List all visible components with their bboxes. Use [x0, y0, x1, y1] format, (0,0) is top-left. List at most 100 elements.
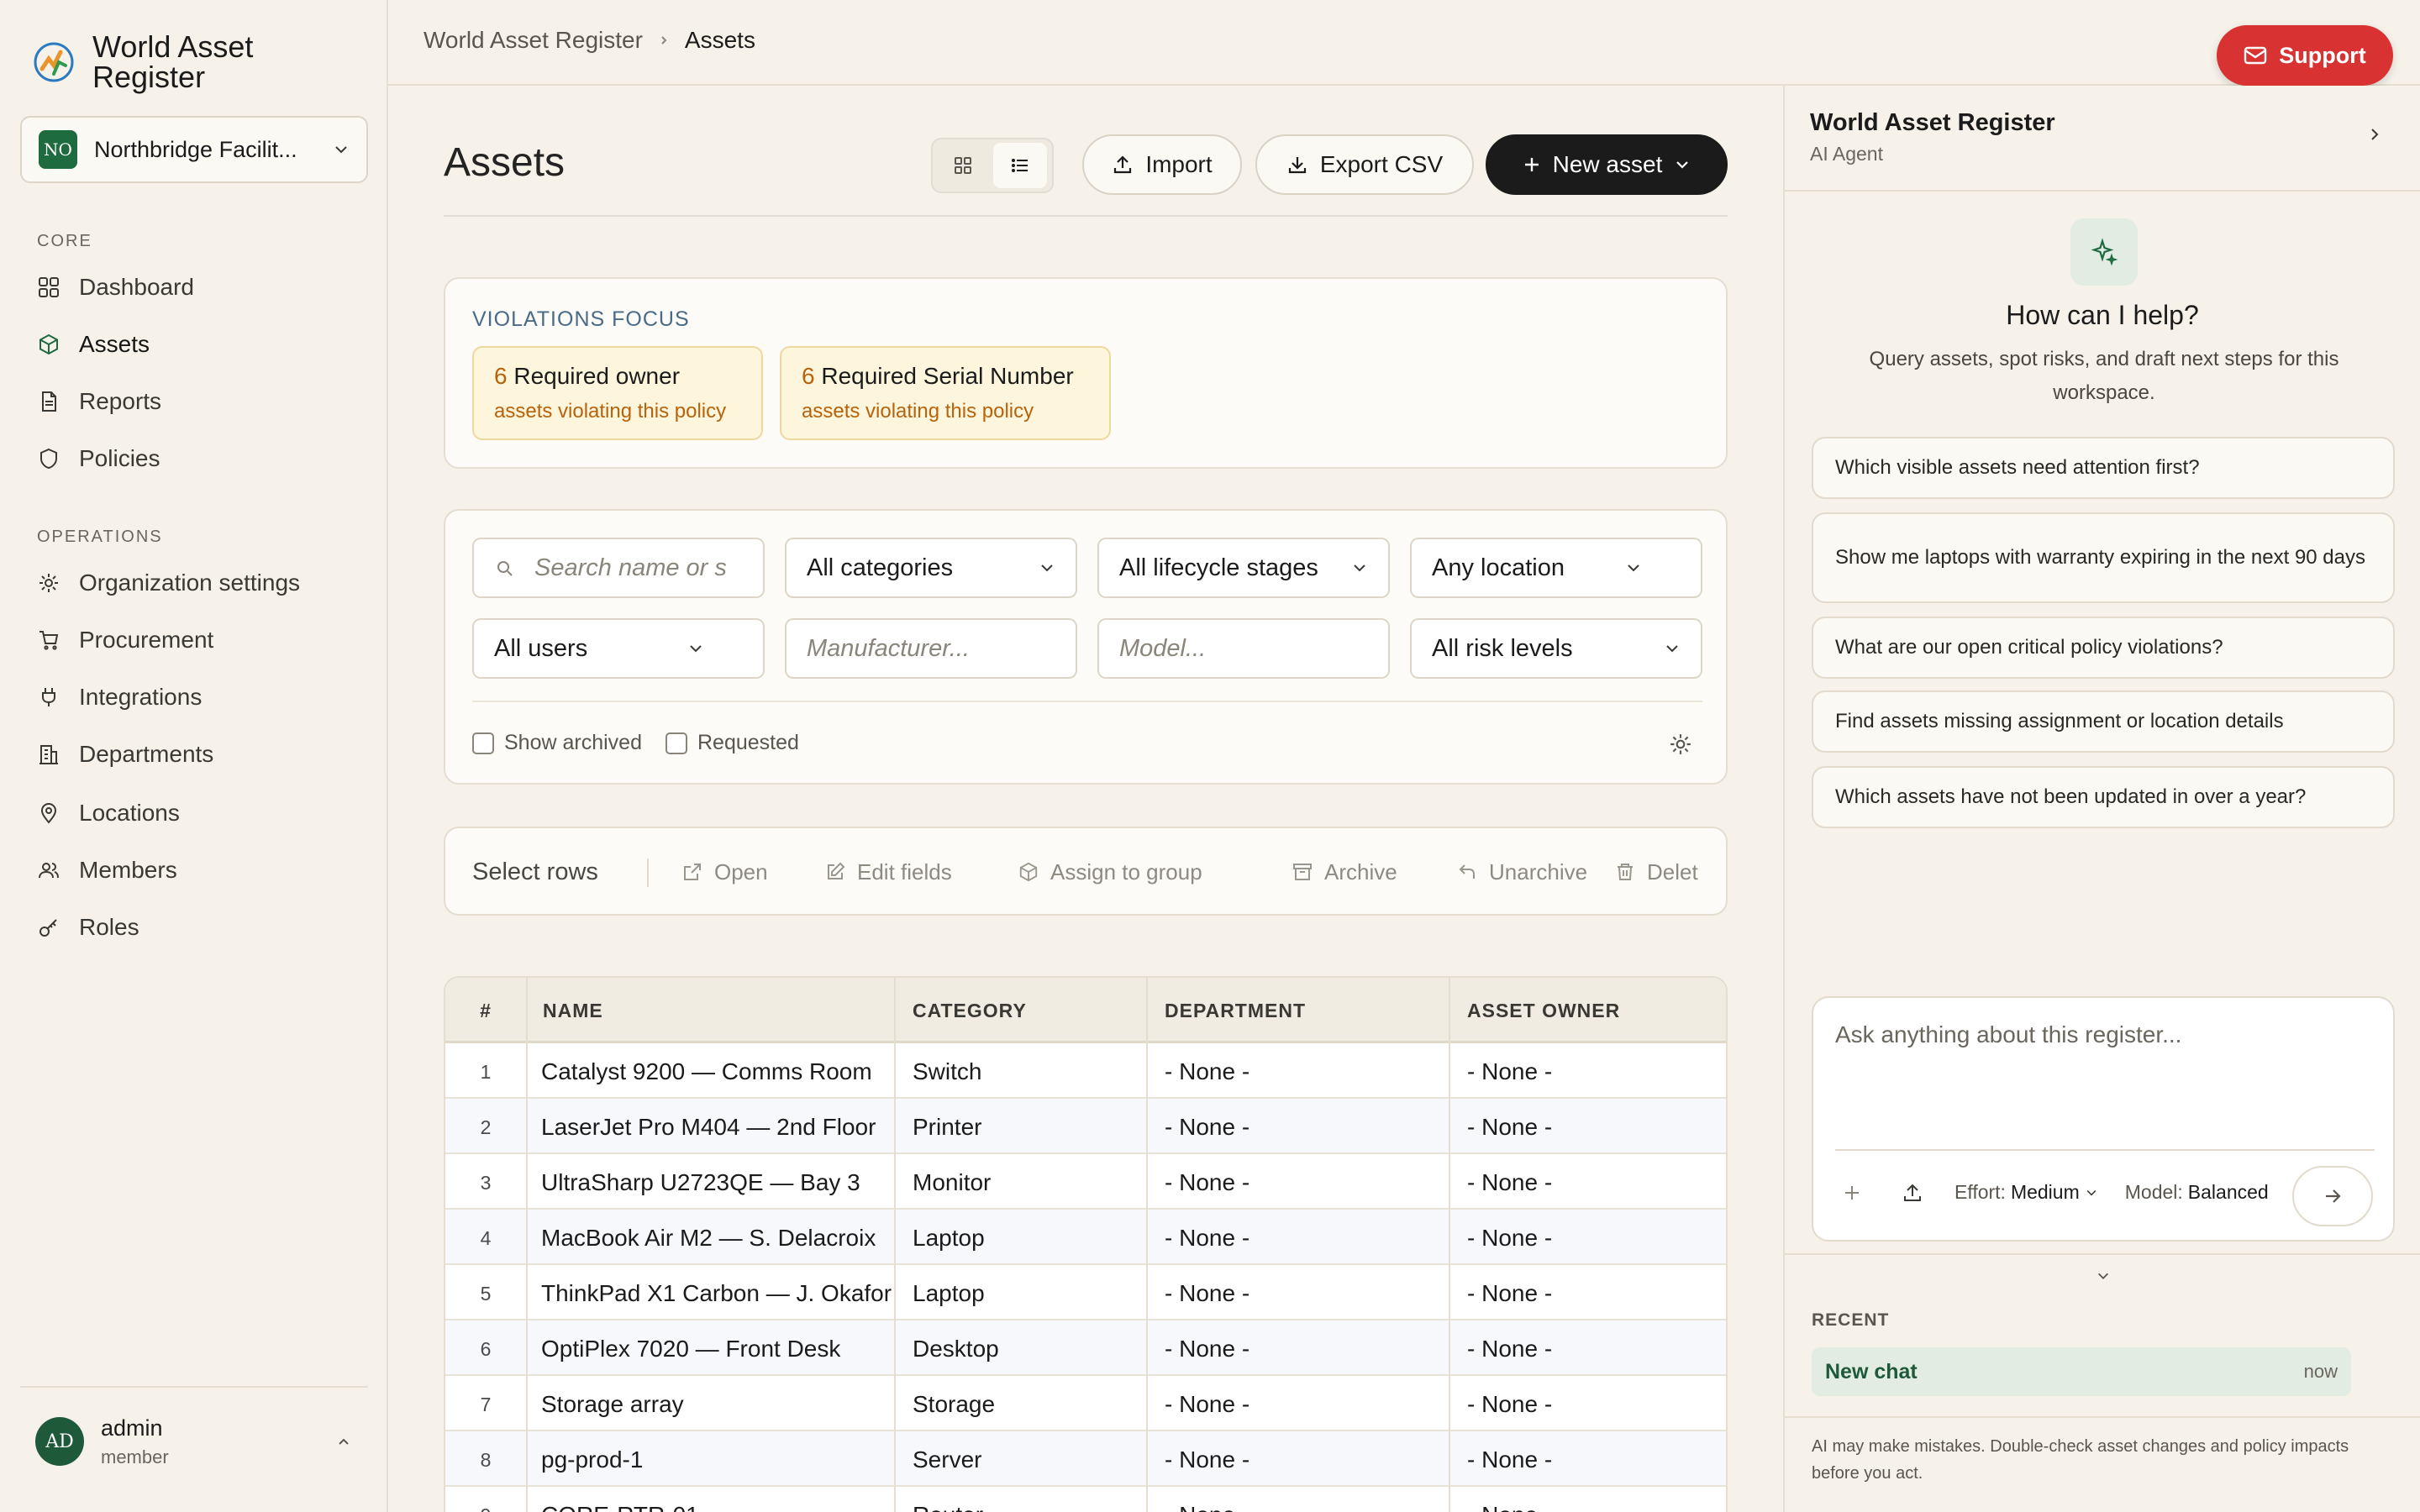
manufacturer-input[interactable]: Manufacturer...: [785, 618, 1077, 679]
new-asset-button[interactable]: New asset: [1486, 134, 1728, 195]
sidebar-item-integrations[interactable]: Integrations: [37, 684, 202, 711]
edit-fields-button[interactable]: Edit fields: [825, 828, 952, 914]
brand[interactable]: World Asset Register: [32, 32, 277, 92]
table-row[interactable]: 6 OptiPlex 7020 — Front Desk Desktop - N…: [445, 1320, 1726, 1376]
upload-icon[interactable]: [1896, 1182, 1929, 1204]
suggestion-item[interactable]: Find assets missing assignment or locati…: [1812, 690, 2395, 753]
support-button[interactable]: Support: [2217, 25, 2393, 86]
table-row[interactable]: 2 LaserJet Pro M404 — 2nd Floor Printer …: [445, 1099, 1726, 1154]
violation-chip-owner[interactable]: 6 Required owner assets violating this p…: [472, 346, 763, 440]
sidebar-item-assets[interactable]: Assets: [37, 331, 150, 358]
sidebar-item-departments[interactable]: Departments: [37, 741, 213, 768]
page-title: Assets: [444, 140, 566, 185]
bulk-actions-bar: Select rows Open Edit fields Assign to g…: [444, 827, 1728, 916]
sidebar-item-reports[interactable]: Reports: [37, 388, 161, 415]
column-settings-icon[interactable]: [1669, 732, 1692, 756]
archive-label: Archive: [1324, 858, 1397, 885]
plug-icon: [37, 685, 60, 709]
composer-toolbar: Effort: Medium Model: Balanced: [1835, 1181, 2269, 1204]
sidebar-item-procurement[interactable]: Procurement: [37, 627, 213, 654]
recent-chat-item[interactable]: New chat now: [1812, 1347, 2351, 1396]
plus-icon[interactable]: [1835, 1184, 1869, 1202]
search-input[interactable]: Search name or s: [472, 538, 765, 598]
row-index: 4: [480, 1227, 492, 1249]
violations-title: VIOLATIONS FOCUS: [472, 307, 690, 331]
risk-select[interactable]: All risk levels: [1410, 618, 1702, 679]
column-divider: [1449, 978, 1450, 1512]
recent-heading: RECENT: [1812, 1310, 1890, 1330]
sidebar-item-locations[interactable]: Locations: [37, 800, 180, 827]
table-row[interactable]: 9 CORE-RTR-01 Router - None - - None -: [445, 1487, 1726, 1512]
sidebar-item-members[interactable]: Members: [37, 857, 177, 884]
suggestion-item[interactable]: Show me laptops with warranty expiring i…: [1812, 512, 2395, 603]
sidebar-item-label: Members: [79, 857, 177, 883]
list-view-button[interactable]: [993, 143, 1047, 188]
breadcrumb-root[interactable]: World Asset Register: [424, 27, 643, 54]
col-header-asset-owner[interactable]: ASSET OWNER: [1467, 1000, 1620, 1022]
new-asset-label: New asset: [1552, 151, 1663, 177]
operations-heading: OPERATIONS: [37, 528, 163, 546]
user-menu[interactable]: AD admin member: [20, 1386, 368, 1495]
col-header-name[interactable]: NAME: [543, 1000, 603, 1022]
model-placeholder: Model...: [1119, 634, 1207, 662]
sidebar-item-policies[interactable]: Policies: [37, 445, 160, 472]
sidebar-item-dashboard[interactable]: Dashboard: [37, 274, 194, 301]
sparkle-icon: [2070, 218, 2138, 286]
column-divider: [526, 978, 528, 1512]
sidebar: World Asset Register NO Northbridge Faci…: [0, 0, 388, 1512]
col-header-department[interactable]: DEPARTMENT: [1165, 1000, 1306, 1022]
suggestion-item[interactable]: Which visible assets need attention firs…: [1812, 437, 2395, 499]
violation-chip-serial[interactable]: 6 Required Serial Number assets violatin…: [780, 346, 1111, 440]
gear-icon: [37, 571, 60, 595]
user-name: admin: [101, 1415, 163, 1441]
suggestion-item[interactable]: What are our open critical policy violat…: [1812, 617, 2395, 679]
send-button[interactable]: [2292, 1166, 2373, 1226]
sidebar-item-roles[interactable]: Roles: [37, 914, 139, 941]
org-switcher[interactable]: NO Northbridge Facilit...: [20, 116, 368, 183]
collapse-panel-icon[interactable]: [2366, 126, 2383, 143]
delete-button[interactable]: Delet: [1615, 828, 1698, 914]
row-index: 7: [480, 1394, 492, 1415]
checkbox-box: [472, 732, 494, 754]
table-row[interactable]: 8 pg-prod-1 Server - None - - None -: [445, 1431, 1726, 1487]
grid-view-button[interactable]: [936, 143, 990, 188]
table-row[interactable]: 3 UltraSharp U2723QE — Bay 3 Monitor - N…: [445, 1154, 1726, 1210]
asset-name: MacBook Air M2 — S. Delacroix: [541, 1225, 876, 1251]
col-header-category[interactable]: CATEGORY: [913, 1000, 1027, 1022]
category-select[interactable]: All categories: [785, 538, 1077, 598]
table-row[interactable]: 7 Storage array Storage - None - - None …: [445, 1376, 1726, 1431]
location-select[interactable]: Any location: [1410, 538, 1702, 598]
suggestion-item[interactable]: Which assets have not been updated in ov…: [1812, 766, 2395, 828]
sidebar-item-label: Dashboard: [79, 274, 194, 300]
list-icon: [1010, 155, 1030, 176]
show-archived-checkbox[interactable]: Show archived: [472, 731, 642, 755]
view-toggle: [931, 138, 1054, 193]
chat-input[interactable]: Ask anything about this register...: [1835, 1021, 2181, 1048]
import-button[interactable]: Import: [1082, 134, 1242, 195]
unarchive-button[interactable]: Unarchive: [1457, 828, 1587, 914]
table-row[interactable]: 5 ThinkPad X1 Carbon — J. Okafor Laptop …: [445, 1265, 1726, 1320]
requested-checkbox[interactable]: Requested: [666, 731, 799, 755]
asset-owner: - None -: [1467, 1058, 1553, 1084]
lifecycle-select[interactable]: All lifecycle stages: [1097, 538, 1390, 598]
assign-to-group-button[interactable]: Assign to group: [1018, 828, 1202, 914]
archive-button[interactable]: Archive: [1292, 828, 1397, 914]
export-csv-button[interactable]: Export CSV: [1255, 134, 1474, 195]
model-input[interactable]: Model...: [1097, 618, 1390, 679]
violation-sub: assets violating this policy: [494, 400, 727, 423]
grid-icon: [37, 276, 60, 299]
building-icon: [37, 743, 60, 766]
chevron-down-icon[interactable]: [2096, 1268, 2111, 1284]
open-button[interactable]: Open: [682, 828, 768, 914]
col-header-index[interactable]: #: [445, 1000, 526, 1022]
asset-owner: - None -: [1467, 1446, 1553, 1473]
sidebar-item-organization-settings[interactable]: Organization settings: [37, 570, 300, 596]
asset-name: CORE-RTR-01: [541, 1502, 699, 1512]
table-row[interactable]: 1 Catalyst 9200 — Comms Room Switch - No…: [445, 1043, 1726, 1099]
asset-owner: - None -: [1467, 1336, 1553, 1362]
users-select[interactable]: All users: [472, 618, 765, 679]
table-row[interactable]: 4 MacBook Air M2 — S. Delacroix Laptop -…: [445, 1210, 1726, 1265]
effort-select[interactable]: Effort: Medium: [1954, 1181, 2098, 1204]
download-icon: [1286, 154, 1308, 176]
model-select[interactable]: Model: Balanced: [2125, 1181, 2269, 1204]
